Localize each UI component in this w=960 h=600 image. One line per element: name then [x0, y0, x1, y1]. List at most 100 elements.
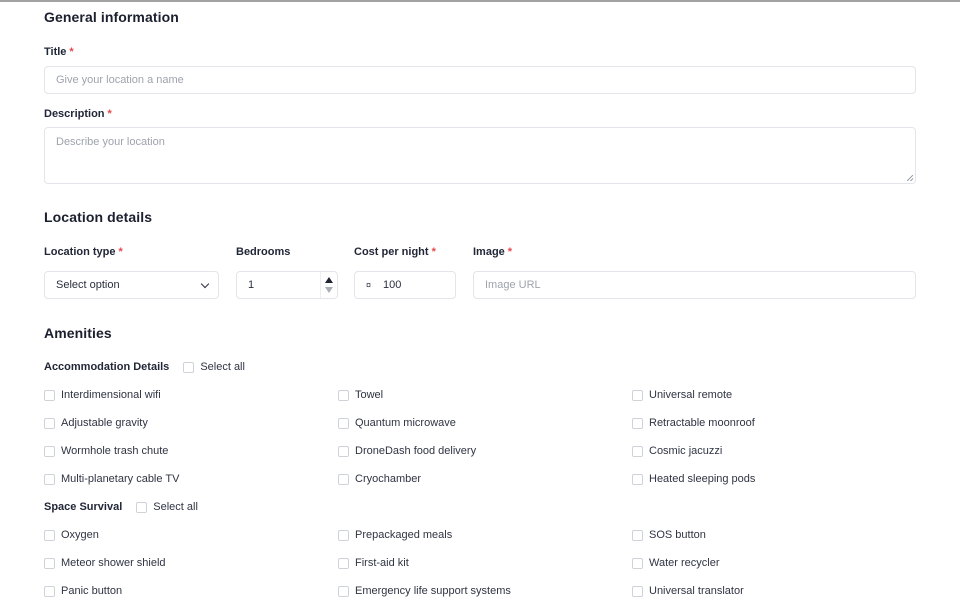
location-type-label: Location type * — [44, 246, 123, 258]
amenity-checkbox-item[interactable]: Cryochamber — [338, 473, 421, 485]
checkbox[interactable] — [44, 417, 55, 429]
amenity-label: First-aid kit — [355, 557, 409, 569]
checkbox[interactable] — [632, 389, 643, 401]
amenity-label: Prepackaged meals — [355, 529, 453, 541]
amenity-checkbox-item[interactable]: Wormhole trash chute — [44, 445, 168, 457]
amenity-label: Cryochamber — [355, 473, 422, 485]
title-input[interactable]: Give your location a name — [44, 66, 916, 94]
checkbox[interactable] — [44, 585, 55, 597]
checkbox[interactable] — [44, 529, 55, 541]
checkbox[interactable] — [632, 473, 643, 485]
cost-per-night-input[interactable]: ¤ 100 — [354, 271, 456, 299]
amenity-label: Interdimensional wifi — [61, 389, 161, 401]
select-all-checkbox[interactable]: Select all — [183, 361, 245, 373]
title-label-text: Title — [44, 46, 67, 58]
amenity-label: Universal remote — [649, 389, 733, 401]
amenity-checkbox-item[interactable]: Meteor shower shield — [44, 557, 166, 569]
amenity-label: Oxygen — [61, 529, 99, 541]
amenity-checkbox-item[interactable]: Adjustable gravity — [44, 417, 148, 429]
amenity-checkbox-item[interactable]: Retractable moonroof — [632, 417, 755, 429]
checkbox[interactable] — [632, 417, 643, 429]
amenity-label: Cosmic jacuzzi — [649, 445, 723, 457]
amenity-label: Retractable moonroof — [649, 417, 755, 429]
amenity-label: Quantum microwave — [355, 417, 456, 429]
amenity-label: Meteor shower shield — [61, 557, 166, 569]
required-mark: * — [431, 246, 436, 258]
amenity-checkbox-item[interactable]: Interdimensional wifi — [44, 389, 161, 401]
checkbox[interactable] — [632, 585, 643, 597]
checkbox[interactable] — [338, 529, 349, 541]
bedrooms-stepper[interactable]: 1 — [236, 271, 338, 299]
amenity-checkbox-item[interactable]: Water recycler — [632, 557, 720, 569]
checkbox[interactable] — [338, 585, 349, 597]
checkbox[interactable] — [183, 361, 195, 373]
amenity-label: Water recycler — [649, 557, 720, 569]
amenity-checkbox-item[interactable]: Emergency life support systems — [338, 585, 511, 597]
location-type-label-text: Location type — [44, 246, 116, 258]
group-title: Space Survival — [44, 501, 123, 513]
amenity-group-header: Accommodation Details Select all — [44, 361, 245, 373]
image-label-text: Image — [473, 246, 505, 258]
amenity-label: DroneDash food delivery — [355, 445, 477, 457]
checkbox[interactable] — [338, 417, 349, 429]
checkbox[interactable] — [44, 445, 55, 457]
group-title: Accommodation Details — [44, 361, 170, 373]
checkbox[interactable] — [338, 445, 349, 457]
amenity-label: Universal translator — [649, 585, 744, 597]
amenity-checkbox-item[interactable]: Towel — [338, 389, 383, 401]
chevron-down-icon — [200, 279, 210, 289]
required-mark: * — [69, 46, 74, 58]
amenity-checkbox-item[interactable]: Universal translator — [632, 585, 744, 597]
increment-arrow-icon[interactable] — [325, 277, 333, 283]
location-details-heading: Location details — [44, 209, 153, 225]
image-label: Image * — [473, 246, 512, 258]
amenity-label: Multi-planetary cable TV — [61, 473, 180, 485]
checkbox[interactable] — [338, 473, 349, 485]
checkbox[interactable] — [632, 557, 643, 569]
amenity-label: Panic button — [61, 585, 123, 597]
checkbox[interactable] — [632, 529, 643, 541]
amenity-label: Emergency life support systems — [355, 585, 511, 597]
title-label: Title * — [44, 46, 74, 58]
description-label: Description * — [44, 108, 112, 120]
decrement-arrow-icon[interactable] — [325, 287, 333, 293]
title-placeholder: Give your location a name — [56, 74, 184, 86]
description-textarea[interactable]: Describe your location — [44, 127, 916, 184]
amenity-checkbox-item[interactable]: First-aid kit — [338, 557, 409, 569]
location-type-select[interactable]: Select option — [44, 271, 219, 299]
amenity-checkbox-item[interactable]: Oxygen — [44, 529, 99, 541]
cost-label-text: Cost per night — [354, 246, 429, 258]
amenity-checkbox-item[interactable]: Panic button — [44, 585, 122, 597]
checkbox[interactable] — [44, 473, 55, 485]
select-all-label: Select all — [153, 501, 198, 513]
currency-icon: ¤ — [366, 280, 372, 290]
bedrooms-spinner — [320, 272, 337, 298]
amenity-checkbox-item[interactable]: Multi-planetary cable TV — [44, 473, 179, 485]
image-url-input[interactable]: Image URL — [473, 271, 916, 299]
location-type-value: Select option — [56, 279, 120, 291]
amenity-checkbox-item[interactable]: Universal remote — [632, 389, 732, 401]
amenities-heading: Amenities — [44, 325, 112, 341]
checkbox[interactable] — [44, 557, 55, 569]
required-mark: * — [118, 246, 123, 258]
checkbox[interactable] — [136, 501, 148, 513]
cost-per-night-label: Cost per night * — [354, 246, 436, 258]
amenity-label: SOS button — [649, 529, 706, 541]
amenity-checkbox-item[interactable]: Cosmic jacuzzi — [632, 445, 722, 457]
select-all-checkbox[interactable]: Select all — [136, 501, 198, 513]
bedrooms-value: 1 — [248, 279, 255, 291]
amenity-checkbox-item[interactable]: Quantum microwave — [338, 417, 456, 429]
required-mark: * — [107, 108, 112, 120]
amenity-checkbox-item[interactable]: Prepackaged meals — [338, 529, 452, 541]
image-url-placeholder: Image URL — [485, 279, 541, 291]
checkbox[interactable] — [44, 389, 55, 401]
amenity-checkbox-item[interactable]: DroneDash food delivery — [338, 445, 476, 457]
select-all-label: Select all — [200, 361, 245, 373]
checkbox[interactable] — [338, 389, 349, 401]
amenity-checkbox-item[interactable]: Heated sleeping pods — [632, 473, 755, 485]
amenity-checkbox-item[interactable]: SOS button — [632, 529, 706, 541]
checkbox[interactable] — [338, 557, 349, 569]
resize-handle-icon[interactable] — [907, 175, 913, 181]
checkbox[interactable] — [632, 445, 643, 457]
description-label-text: Description — [44, 108, 105, 120]
